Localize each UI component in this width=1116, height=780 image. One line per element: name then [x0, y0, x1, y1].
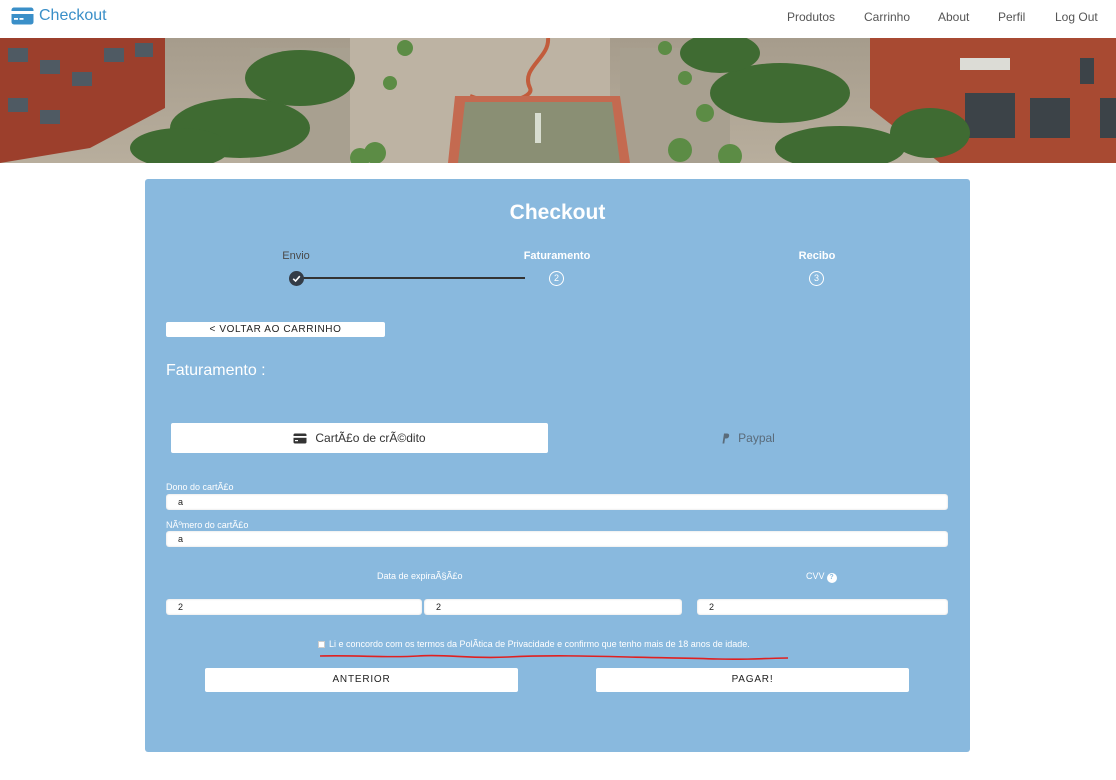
brand-title: Checkout: [39, 7, 107, 24]
expiry-month-input[interactable]: 2: [166, 599, 422, 615]
card-number-input[interactable]: a: [166, 531, 948, 547]
help-icon[interactable]: ?: [826, 573, 837, 583]
card-owner-label: Dono do cartÃ£o: [166, 482, 234, 492]
step-label-faturamento: Faturamento: [523, 250, 591, 262]
paypal-icon: [722, 433, 730, 443]
tab-credit-card[interactable]: CartÃ£o de crÃ©dito: [171, 423, 548, 453]
tab-paypal[interactable]: Paypal: [548, 423, 948, 453]
card-number-label: NÃºmero do cartÃ£o: [166, 520, 249, 530]
nav-link-logout[interactable]: Log Out: [1055, 10, 1098, 24]
nav-link-carrinho[interactable]: Carrinho: [864, 10, 910, 24]
red-underline-annotation: [319, 654, 789, 661]
nav-link-about[interactable]: About: [938, 10, 969, 24]
step-number-3: 3: [809, 271, 824, 286]
step-progress-line: [296, 277, 525, 279]
step-number-2: 2: [549, 271, 564, 286]
previous-button[interactable]: ANTERIOR: [205, 668, 518, 692]
expiry-year-input[interactable]: 2: [424, 599, 682, 615]
step-label-recibo: Recibo: [798, 250, 836, 262]
credit-card-icon: [11, 7, 34, 25]
nav-link-produtos[interactable]: Produtos: [787, 10, 835, 24]
checkout-title: Checkout: [509, 201, 606, 224]
cvv-input[interactable]: 2: [697, 599, 948, 615]
top-navbar: Checkout Produtos Carrinho About Perfil …: [0, 0, 1116, 38]
pay-button[interactable]: PAGAR!: [596, 668, 909, 692]
tab-paypal-label: Paypal: [738, 431, 775, 445]
section-title: Faturamento :: [166, 362, 266, 379]
terms-checkbox[interactable]: [318, 640, 325, 648]
credit-card-icon: [293, 433, 307, 443]
check-icon: [289, 271, 304, 286]
checkout-card: Checkout Envio Faturamento Recibo 2 3 < …: [145, 179, 970, 752]
step-label-envio: Envio: [282, 250, 310, 262]
terms-text: Li e concordo com os termos da PolÃ­tica…: [329, 639, 750, 649]
card-owner-input[interactable]: a: [166, 494, 948, 510]
brand-link[interactable]: Checkout: [11, 7, 107, 25]
hero-banner-image: [0, 38, 1116, 163]
cvv-label: CVV: [806, 571, 825, 581]
expiry-label: Data de expiraÃ§Ã£o: [377, 571, 463, 581]
nav-link-perfil[interactable]: Perfil: [998, 10, 1025, 24]
back-to-cart-button[interactable]: < VOLTAR AO CARRINHO: [166, 322, 385, 337]
terms-agreement: Li e concordo com os termos da PolÃ­tica…: [318, 639, 750, 649]
cvv-label-wrap: CVV?: [806, 571, 837, 583]
tab-credit-card-label: CartÃ£o de crÃ©dito: [315, 431, 426, 445]
